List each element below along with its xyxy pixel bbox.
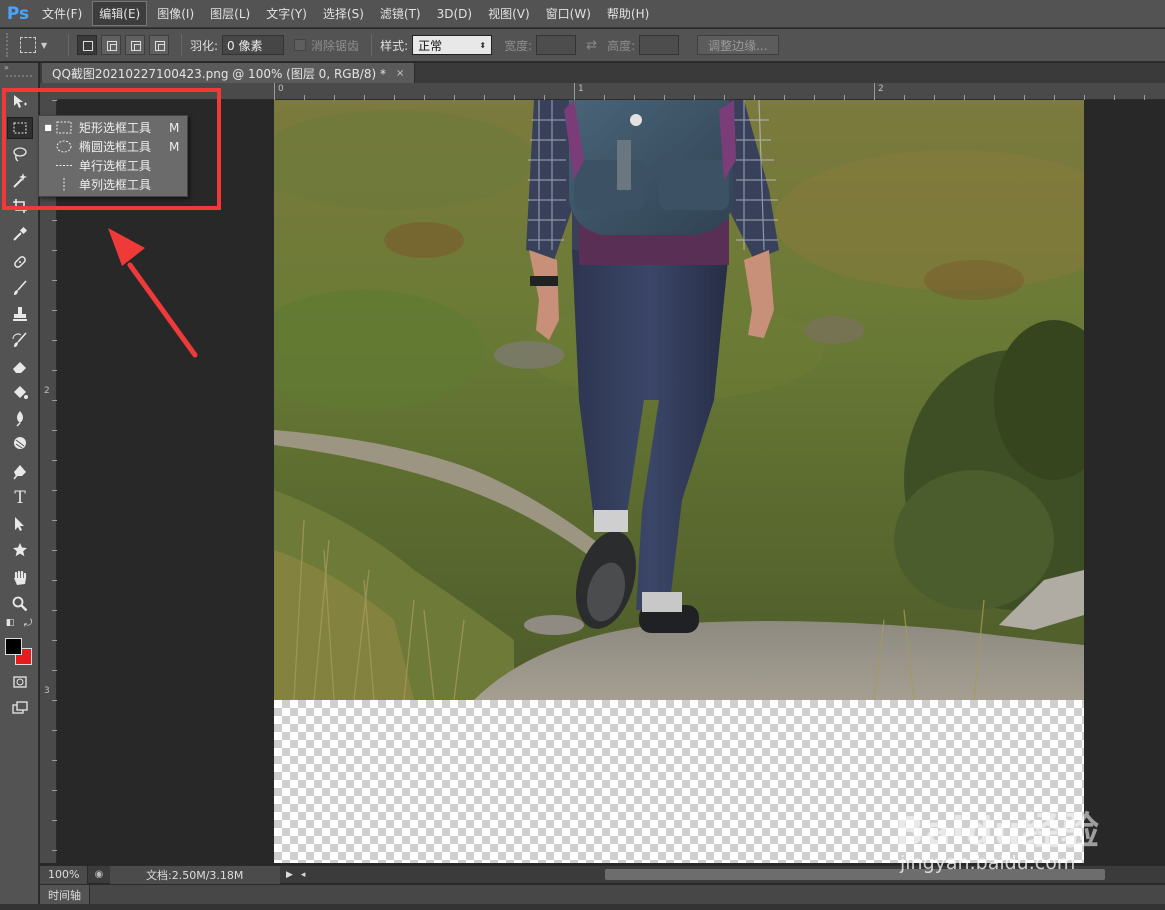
annotation-highlight-box: [2, 88, 221, 210]
eyedropper-tool-icon[interactable]: [7, 223, 33, 245]
menu-help[interactable]: 帮助(H): [601, 2, 655, 25]
menu-bar: Ps 文件(F) 编辑(E) 图像(I) 图层(L) 文字(Y) 选择(S) 滤…: [0, 0, 1165, 28]
options-bar-grip[interactable]: [6, 33, 10, 57]
refine-edge-button[interactable]: 调整边缘...: [697, 35, 779, 55]
ruler-label: 0: [278, 84, 284, 94]
horizontal-ruler-ticks: [274, 83, 1145, 100]
width-label: 宽度:: [504, 38, 533, 53]
history-brush-tool-icon[interactable]: [7, 329, 33, 351]
antialias-label: 消除锯齿: [311, 38, 360, 53]
zoom-tool-icon[interactable]: [7, 593, 33, 615]
menu-image[interactable]: 图像(I): [151, 2, 200, 25]
quick-mask-icon[interactable]: [7, 671, 33, 693]
screen-mode-icon[interactable]: [7, 697, 33, 719]
panel-collapse-icon[interactable]: »: [0, 63, 38, 73]
toolbar-grip[interactable]: [6, 75, 32, 81]
divider: [181, 34, 182, 56]
style-select[interactable]: 正常 ⬍: [412, 35, 493, 55]
hiker-photo-layer: [274, 100, 1084, 700]
photoshop-logo: Ps: [6, 3, 30, 24]
path-selection-tool-icon[interactable]: [7, 513, 33, 535]
color-swatches: [5, 638, 35, 668]
menu-file[interactable]: 文件(F): [36, 2, 88, 25]
timeline-tab[interactable]: 时间轴: [40, 884, 90, 905]
ruler-label: 2: [878, 84, 884, 94]
swap-icon[interactable]: ⇄: [586, 38, 597, 53]
baidu-watermark: Baidu经验 jingyan.baidu.com: [895, 800, 1155, 890]
pen-tool-icon[interactable]: [7, 461, 33, 483]
width-input[interactable]: [536, 35, 577, 55]
menu-select[interactable]: 选择(S): [317, 2, 370, 25]
divider: [68, 34, 69, 56]
menu-view[interactable]: 视图(V): [482, 2, 536, 25]
style-label: 样式:: [380, 38, 409, 53]
document-canvas[interactable]: [274, 100, 1084, 863]
vertical-ruler[interactable]: 2 3: [40, 100, 57, 863]
feather-input[interactable]: [222, 35, 285, 55]
new-selection-button[interactable]: [77, 35, 97, 55]
zoom-level[interactable]: 100%: [40, 865, 88, 884]
share-icon[interactable]: ◉: [88, 866, 110, 884]
tool-preset-picker[interactable]: ▼: [20, 37, 60, 53]
healing-brush-tool-icon[interactable]: [7, 251, 33, 273]
subtract-from-selection-button[interactable]: [125, 35, 145, 55]
brush-tool-icon[interactable]: [7, 277, 33, 299]
annotation-arrow: [108, 228, 198, 358]
bottom-strip: [0, 904, 1165, 910]
dodge-tool-icon[interactable]: [7, 433, 33, 455]
menu-edit[interactable]: 编辑(E): [92, 1, 148, 26]
menu-type[interactable]: 文字(Y): [260, 2, 313, 25]
clone-stamp-tool-icon[interactable]: [7, 303, 33, 325]
ruler-label: 2: [44, 386, 50, 396]
horizontal-ruler[interactable]: 0 1 2: [58, 83, 1165, 100]
eraser-tool-icon[interactable]: [7, 355, 33, 377]
height-label: 高度:: [607, 38, 636, 53]
document-tab-bar: QQ截图20210227100423.png @ 100% (图层 0, RGB…: [40, 63, 1165, 83]
watermark-url: jingyan.baidu.com: [900, 852, 1076, 874]
chevron-down-icon: ▼: [41, 40, 48, 50]
ruler-label: 1: [578, 84, 584, 94]
paint-bucket-tool-icon[interactable]: [7, 381, 33, 403]
menu-filter[interactable]: 滤镜(T): [374, 2, 427, 25]
feather-label: 羽化:: [190, 38, 219, 53]
menu-3d[interactable]: 3D(D): [431, 4, 478, 24]
divider: [371, 34, 373, 56]
antialias-checkbox[interactable]: [294, 39, 307, 51]
height-input[interactable]: [639, 35, 680, 55]
status-menu-arrow-icon[interactable]: ▶: [286, 870, 293, 880]
scroll-left-icon[interactable]: ◂: [301, 870, 306, 880]
document-tab[interactable]: QQ截图20210227100423.png @ 100% (图层 0, RGB…: [42, 63, 416, 83]
options-bar: ▼ 羽化: 消除锯齿 样式: 正常 ⬍ 宽度: ⇄ 高度: 调整边缘...: [0, 29, 1165, 62]
default-colors-icon[interactable]: ◧: [2, 616, 18, 630]
document-size-info: 文档:2.50M/3.18M: [110, 865, 280, 884]
menu-window[interactable]: 窗口(W): [540, 2, 597, 25]
chevron-updown-icon: ⬍: [479, 40, 487, 50]
add-to-selection-button[interactable]: [101, 35, 121, 55]
intersect-selection-button[interactable]: [149, 35, 169, 55]
vertical-ruler-ticks: [52, 100, 57, 851]
blur-tool-icon[interactable]: [7, 407, 33, 429]
menu-layer[interactable]: 图层(L): [204, 2, 256, 25]
foreground-color-swatch[interactable]: [5, 638, 22, 655]
baidu-logo: Baidu经验: [895, 809, 1100, 853]
hand-tool-icon[interactable]: [7, 567, 33, 589]
close-icon[interactable]: ×: [396, 68, 404, 79]
swap-colors-icon[interactable]: ⤾: [20, 616, 36, 630]
style-select-value: 正常: [418, 38, 443, 53]
ruler-label: 3: [44, 686, 50, 696]
rect-marquee-icon: [20, 37, 36, 53]
shape-tool-icon[interactable]: [7, 539, 33, 561]
type-tool-icon[interactable]: T: [7, 487, 33, 509]
document-tab-title: QQ截图20210227100423.png @ 100% (图层 0, RGB…: [52, 66, 386, 81]
